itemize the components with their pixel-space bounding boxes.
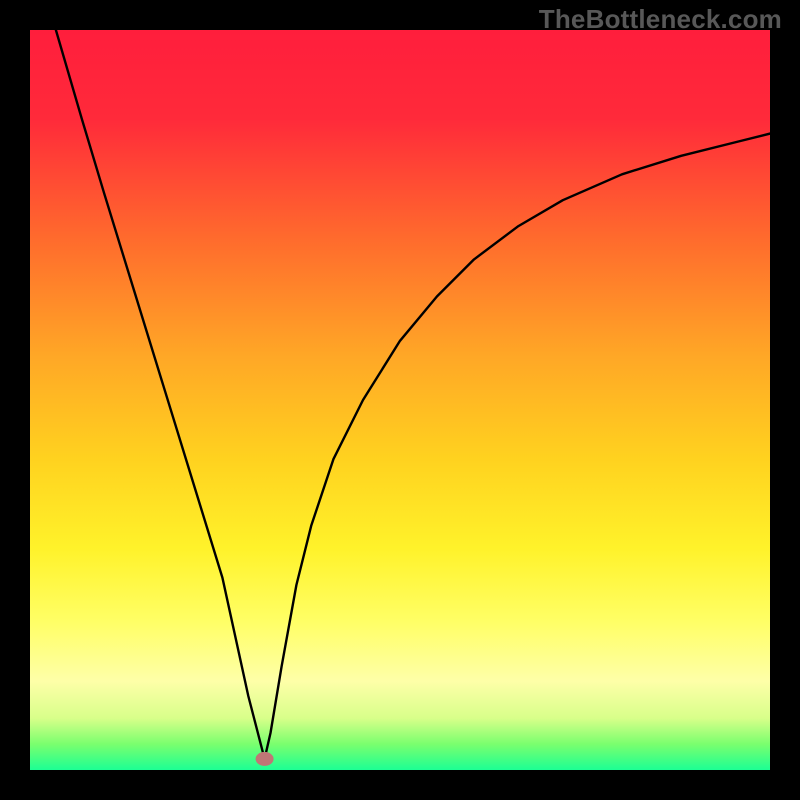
plot-background	[30, 30, 770, 770]
minimum-marker-dot	[256, 752, 274, 766]
watermark-text: TheBottleneck.com	[539, 4, 782, 35]
plot-area	[30, 30, 770, 770]
chart-frame: TheBottleneck.com	[0, 0, 800, 800]
plot-svg	[30, 30, 770, 770]
